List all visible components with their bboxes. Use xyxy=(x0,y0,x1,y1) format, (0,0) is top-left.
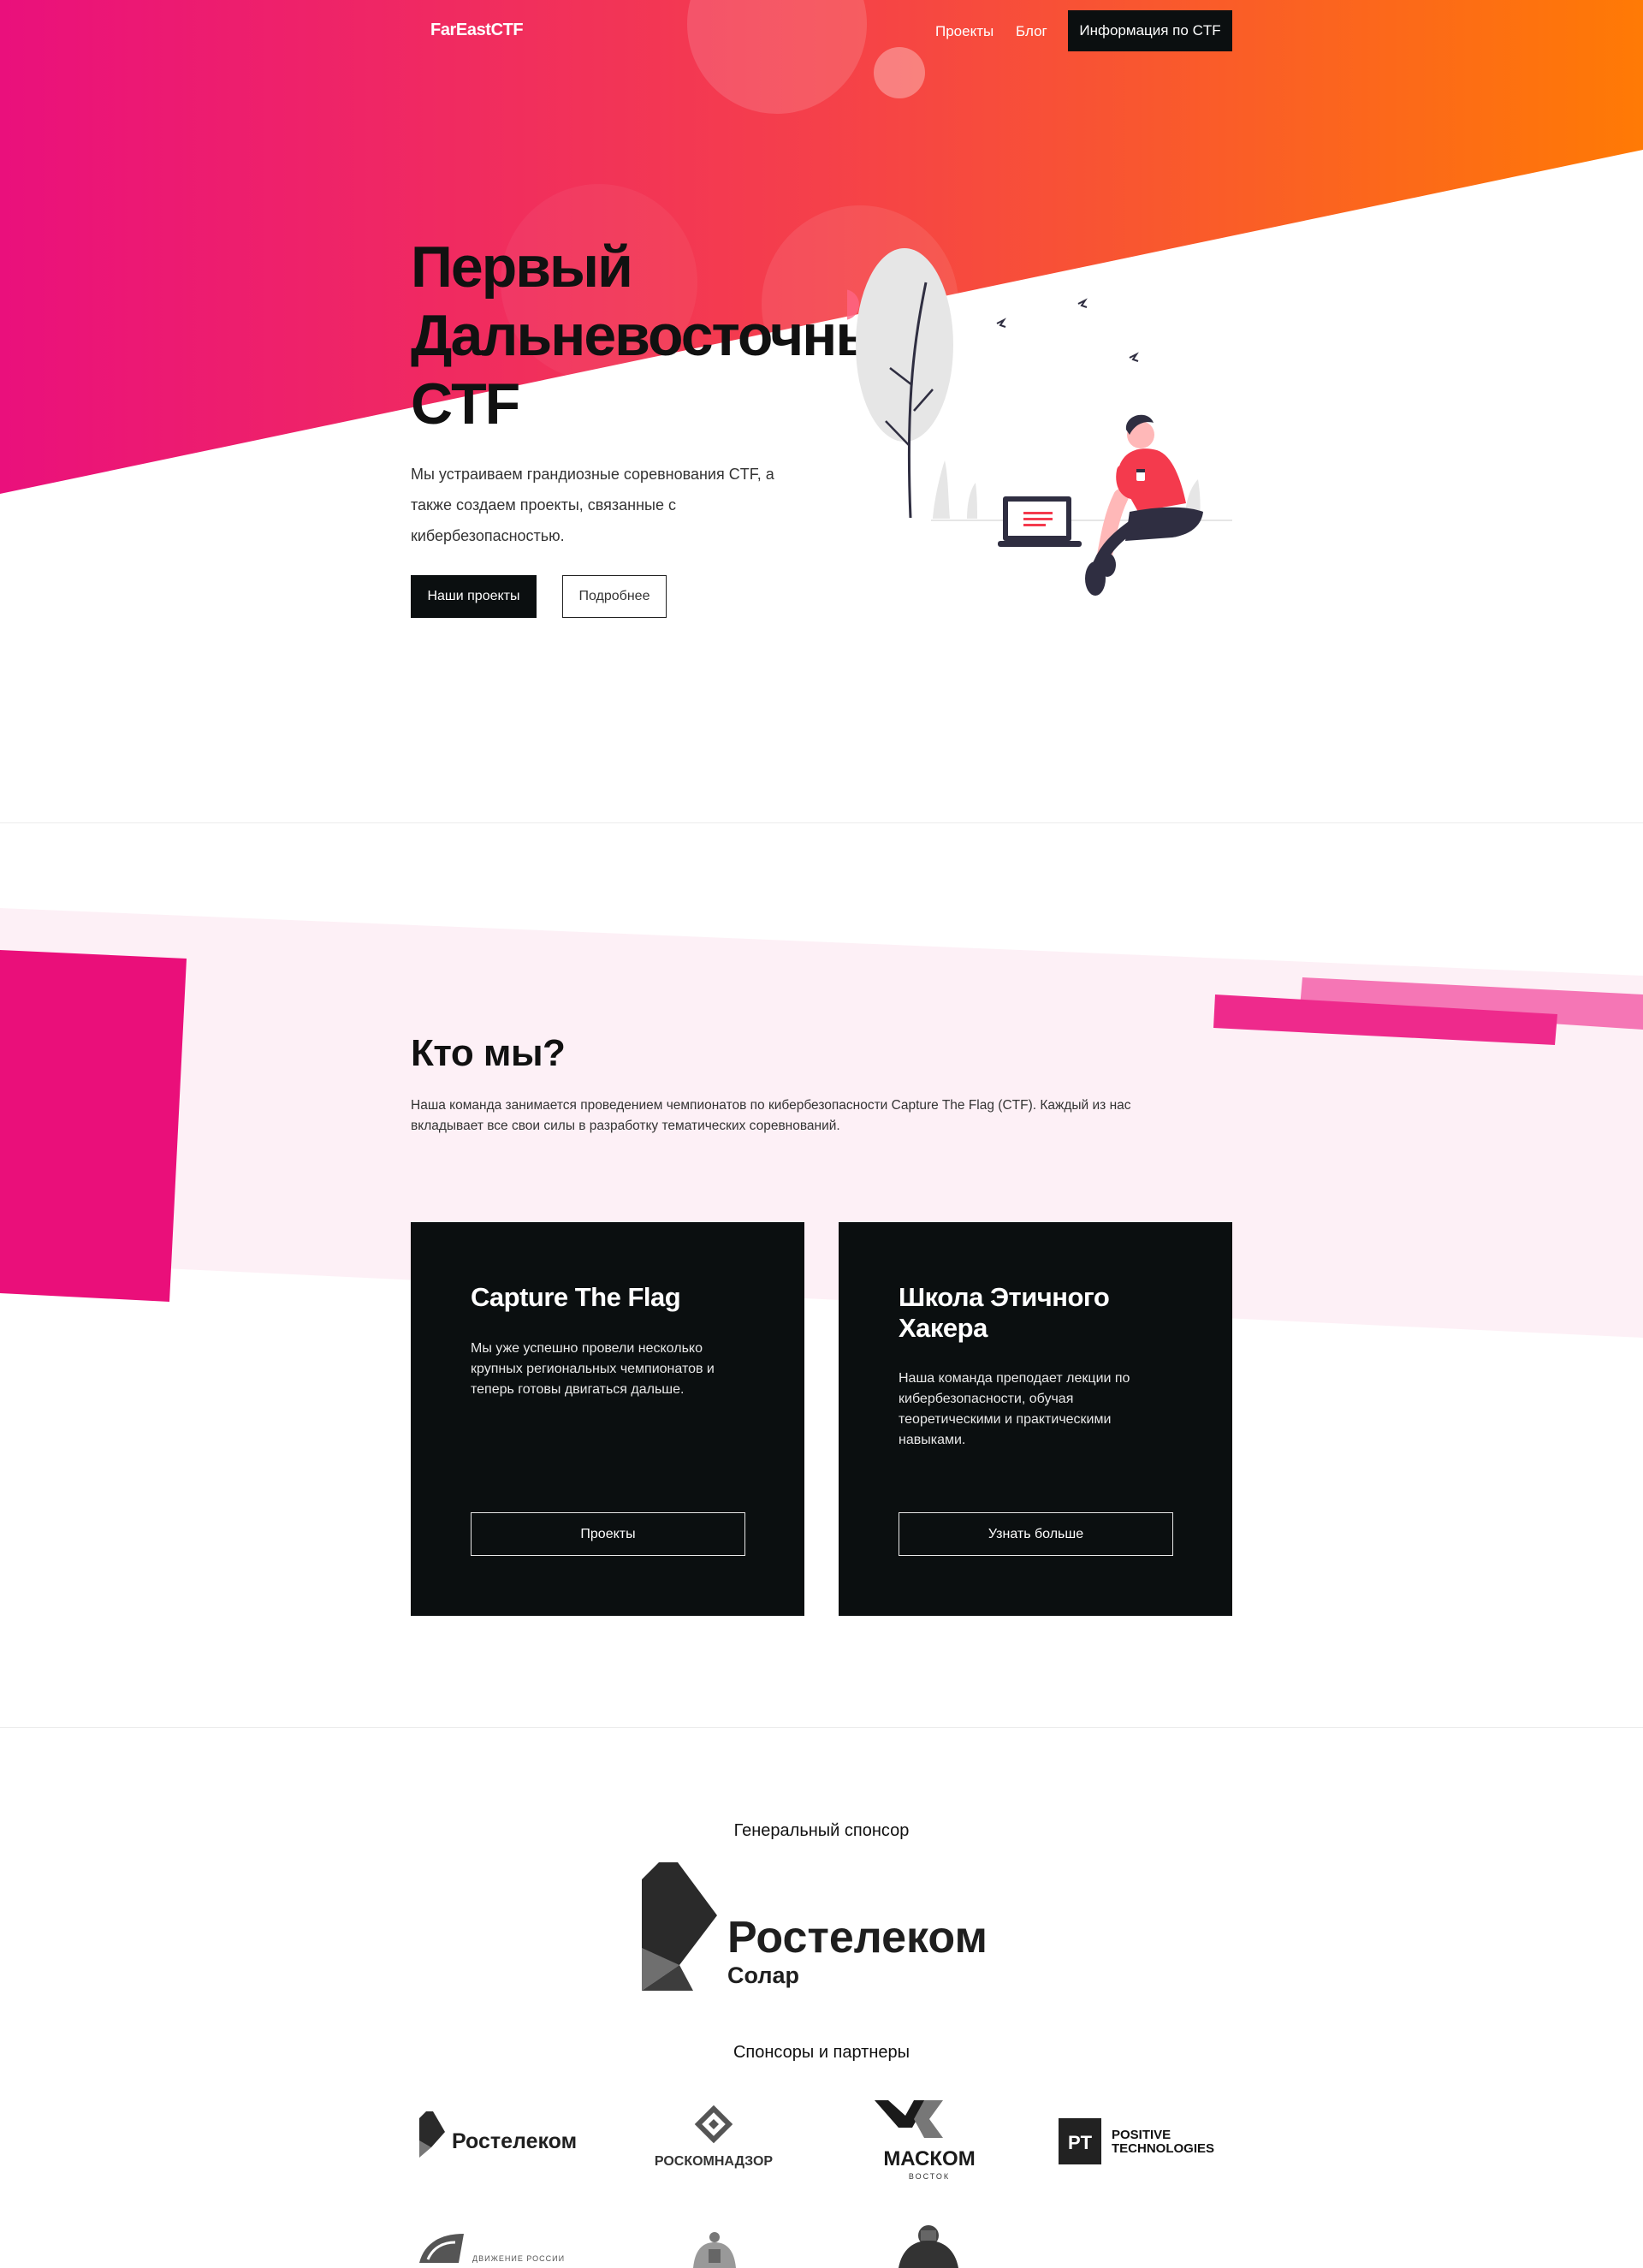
card-title-line: Хакера xyxy=(899,1313,988,1343)
learn-more-card-button[interactable]: Узнать больше xyxy=(899,1512,1173,1556)
our-projects-button[interactable]: Наши проекты xyxy=(411,575,537,618)
section-divider xyxy=(0,1727,1643,1728)
rostelecom-solar-logo[interactable]: Ростелеком Солар xyxy=(642,1862,1005,1991)
ctf-info-button[interactable]: Информация по CTF xyxy=(1068,10,1232,51)
card-ethical-hacker-school: Школа Этичного Хакера Наша команда препо… xyxy=(839,1222,1232,1616)
nav-link-blog[interactable]: Блог xyxy=(1016,23,1047,40)
logo-sub-text: Солар xyxy=(727,1962,799,1988)
card-text-line: кибербезопасности, обучая xyxy=(899,1392,1074,1406)
section-divider xyxy=(0,822,1643,823)
top-navigation: FarEastCTF Проекты Блог Информация по CT… xyxy=(0,0,1643,63)
general-sponsor-heading: Генеральный спонсор xyxy=(733,1821,910,1840)
card-text-line: навыками. xyxy=(899,1433,966,1447)
card-text-line: крупных региональных чемпионатов и xyxy=(471,1362,715,1376)
card-text: Наша команда преподает лекции по кибербе… xyxy=(899,1369,1181,1451)
partner-name: Ростелеком xyxy=(452,2129,577,2153)
partner-logo-rostelecom[interactable]: Ростелеком xyxy=(419,2110,578,2171)
hero-illustration xyxy=(847,248,1232,596)
partner-logo-positive-technologies[interactable]: PT POSITIVE TECHNOLOGIES xyxy=(1059,2118,1235,2166)
partner-name: ДВИЖЕНИЕ РОССИИ xyxy=(472,2254,565,2263)
card-title: Школа Этичного Хакера xyxy=(899,1282,1189,1344)
about-description-line: вкладывает все свои силы в разработку те… xyxy=(411,1119,840,1133)
partner-name-line: POSITIVE xyxy=(1112,2128,1171,2142)
nav-link-projects[interactable]: Проекты xyxy=(935,23,994,40)
about-description-line: Наша команда занимается проведением чемп… xyxy=(411,1098,1131,1113)
partner-logo-coat-of-arms[interactable] xyxy=(676,2225,753,2268)
hero-description-line: Мы устраиваем грандиозные соревнования C… xyxy=(411,466,774,483)
partner-name: МАСКОМ xyxy=(883,2147,975,2170)
more-info-button[interactable]: Подробнее xyxy=(562,575,667,618)
partners-heading: Спонсоры и партнеры xyxy=(733,2043,910,2062)
partner-sub-name: ВОСТОК xyxy=(909,2172,950,2181)
partner-badge: PT xyxy=(1068,2132,1093,2153)
card-text-line: теоретическими и практическими xyxy=(899,1412,1112,1427)
logo-main-text: Ростелеком xyxy=(727,1913,988,1962)
partner-logo-roskomnadzor[interactable]: РОСКОМНАДЗОР xyxy=(647,2105,780,2174)
card-title-line: Школа Этичного xyxy=(899,1282,1110,1312)
about-description: Наша команда занимается проведением чемп… xyxy=(411,1095,1232,1137)
card-capture-the-flag: Capture The Flag Мы уже успешно провели … xyxy=(411,1222,804,1616)
card-text-line: Мы уже успешно провели несколько xyxy=(471,1341,703,1356)
partner-name-line: TECHNOLOGIES xyxy=(1112,2141,1214,2156)
card-text: Мы уже успешно провели несколько крупных… xyxy=(471,1339,753,1400)
card-text-line: Наша команда преподает лекции по xyxy=(899,1371,1130,1386)
hero-description-line: кибербезопасностью. xyxy=(411,527,565,544)
partner-name: РОСКОМНАДЗОР xyxy=(655,2154,774,2169)
partner-logo-dvizhenie-rossii[interactable]: ДВИЖЕНИЕ РОССИИ xyxy=(416,2225,587,2268)
partner-logo-maskom[interactable]: МАСКОМ ВОСТОК xyxy=(871,2099,988,2181)
projects-card-button[interactable]: Проекты xyxy=(471,1512,745,1556)
card-title: Capture The Flag xyxy=(471,1282,762,1313)
partner-logo-emblem[interactable] xyxy=(890,2223,967,2268)
hero-description: Мы устраиваем грандиозные соревнования C… xyxy=(411,459,813,551)
card-text-line: теперь готовы двигаться дальше. xyxy=(471,1382,685,1397)
hero-description-line: также создаем проекты, связанные с xyxy=(411,496,676,514)
about-title: Кто мы? xyxy=(411,1032,566,1074)
card-title-line: Capture The Flag xyxy=(471,1282,681,1312)
brand-logo[interactable]: FarEastCTF xyxy=(430,21,524,40)
